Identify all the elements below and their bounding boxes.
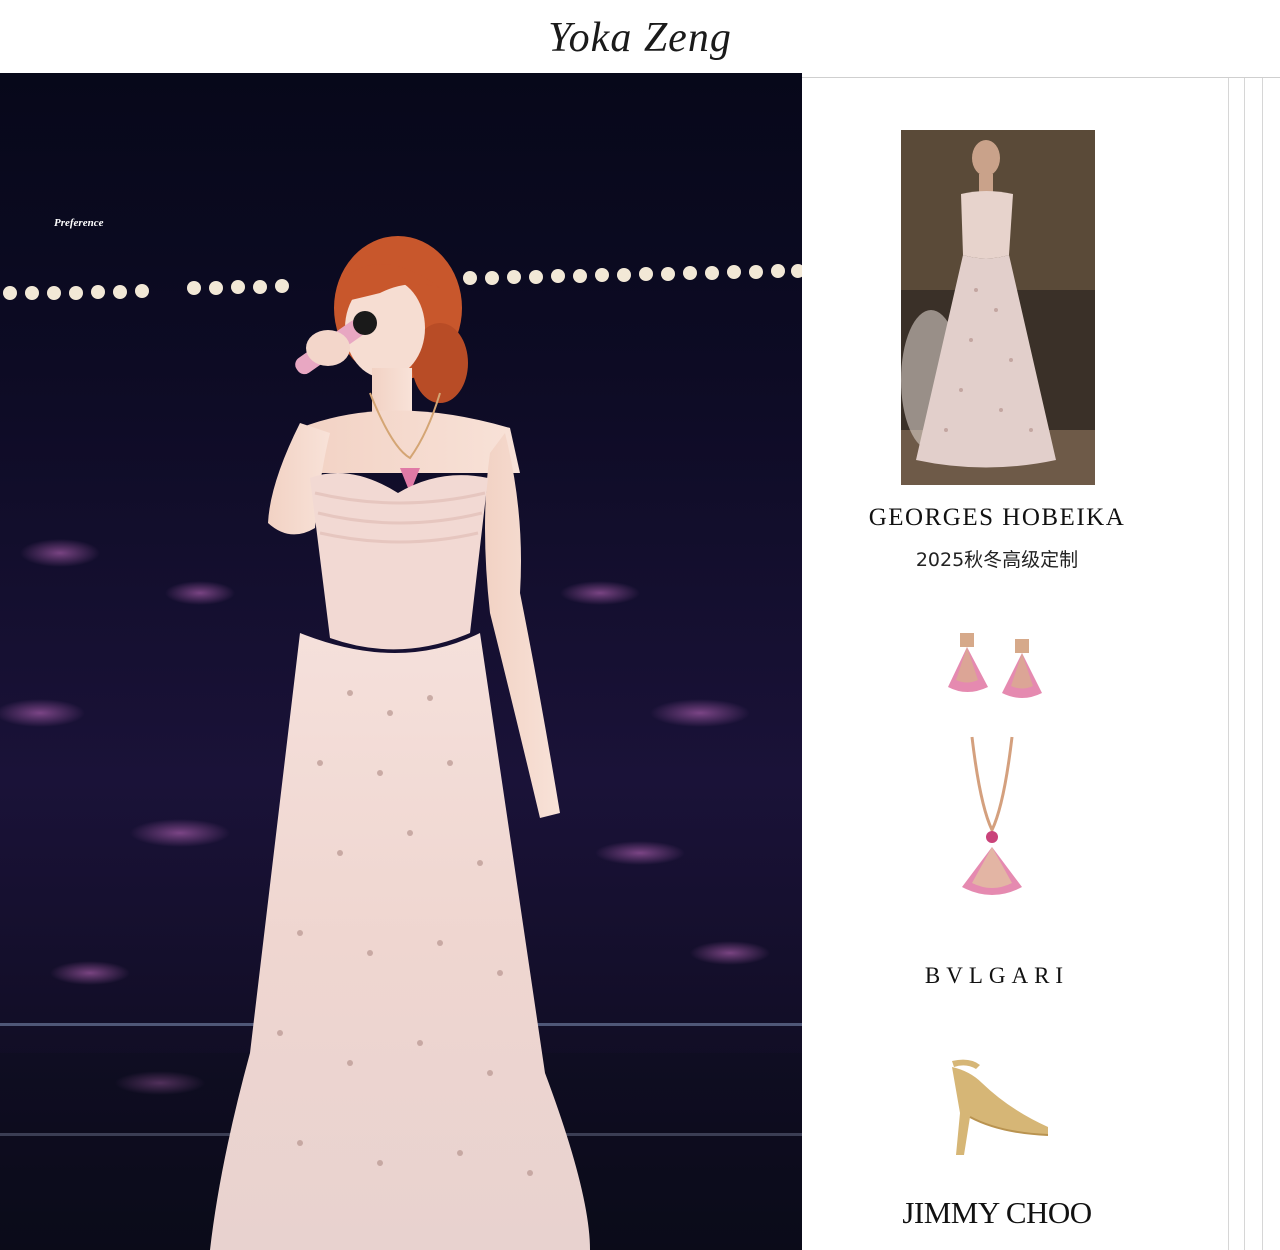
panel-vertical-rule [1228, 78, 1229, 1250]
jewelry-brand-name: BVLGARI [924, 963, 1070, 988]
earrings-image [940, 625, 1050, 705]
runway-look-photo [901, 130, 1095, 485]
dress-brand-name: GEORGES HOBEIKA [868, 504, 1126, 531]
header: Yoka Zeng [0, 0, 1280, 73]
dress-collection-label: 2025秋冬高级定制 [915, 549, 1079, 571]
shoe-image [930, 1055, 1060, 1160]
panel-vertical-rule [1244, 78, 1245, 1250]
page-title: Yoka Zeng [548, 15, 732, 61]
watermark-text: Preference [54, 217, 104, 229]
main-performance-photo: Preference [0, 73, 802, 1250]
shoe-brand-name: JIMMY CHOO [902, 1195, 1092, 1230]
necklace-image [910, 735, 1080, 905]
panel-divider [802, 77, 1280, 78]
panel-vertical-rule [1262, 78, 1263, 1250]
